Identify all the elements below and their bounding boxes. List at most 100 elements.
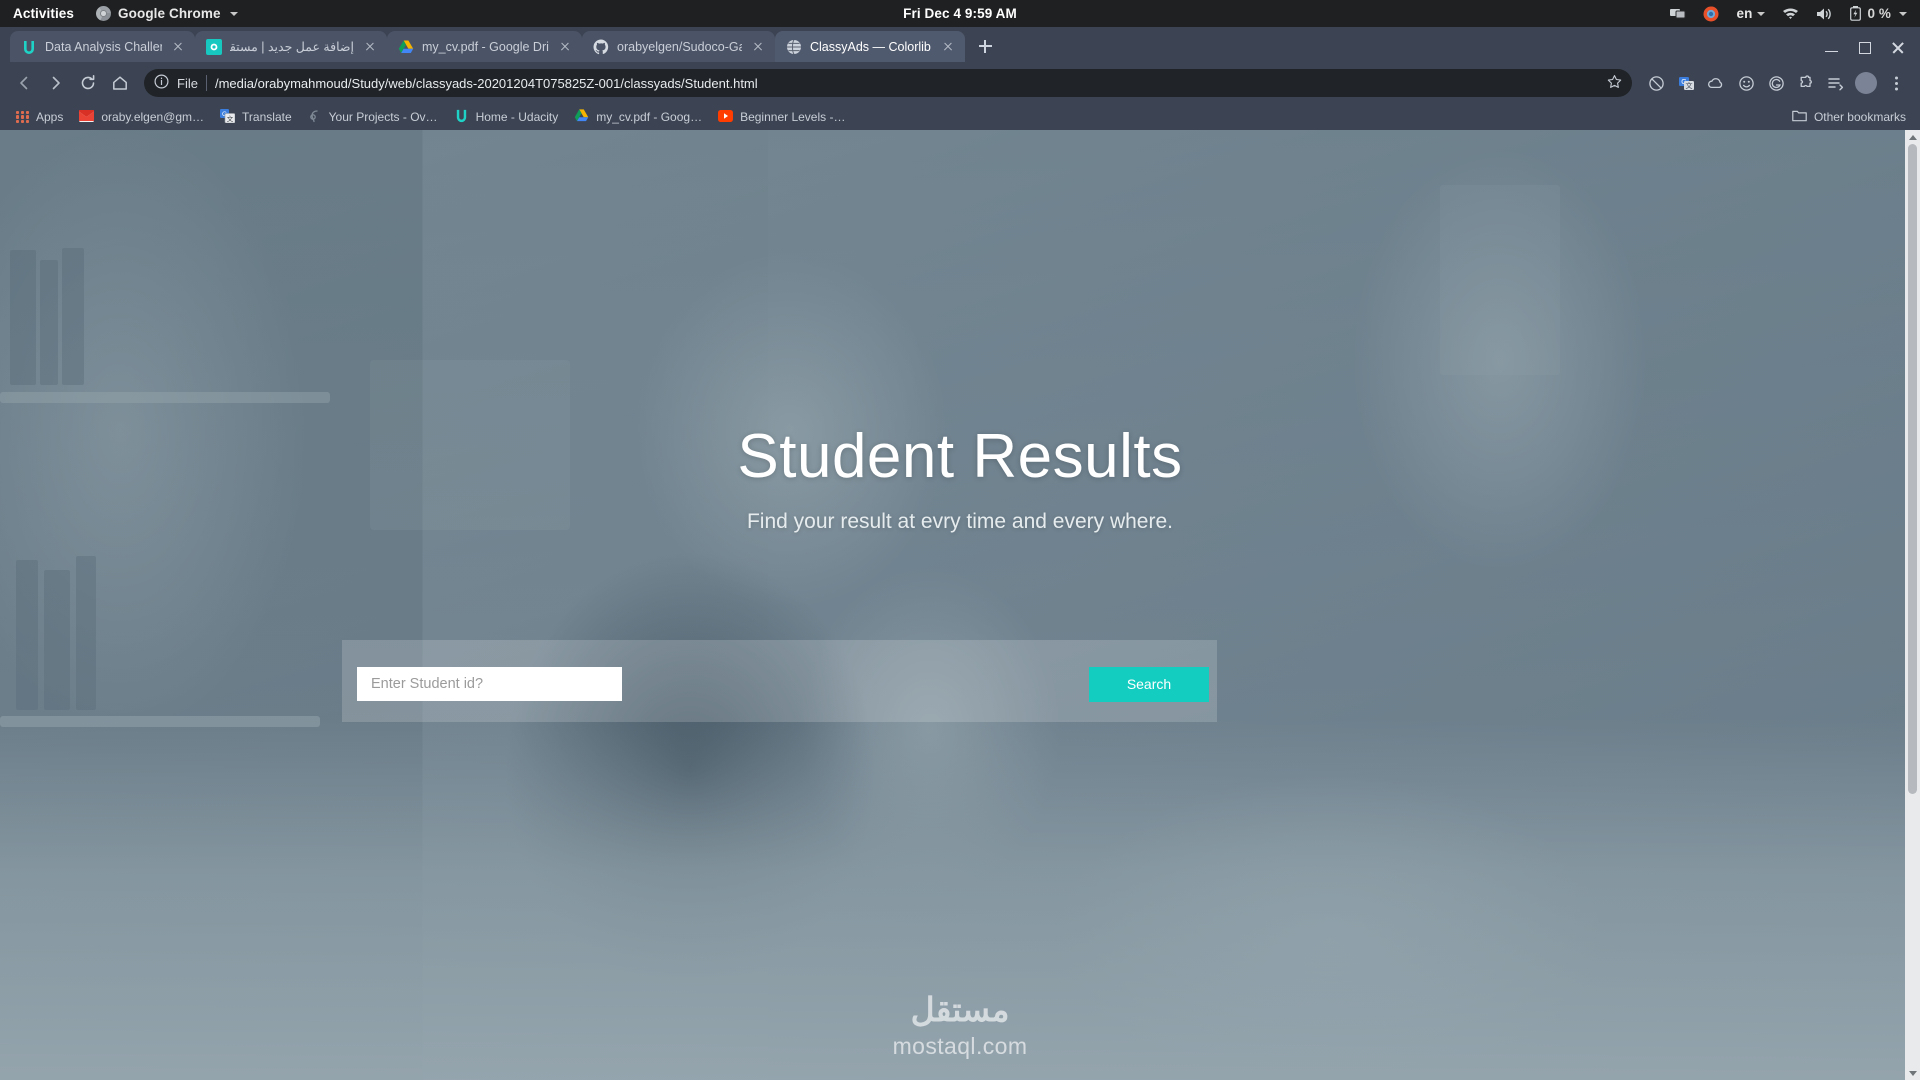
scrollbar-thumb[interactable] [1908, 144, 1917, 794]
bookmark-beginner-levels[interactable]: Beginner Levels -… [710, 107, 853, 128]
wifi-icon[interactable] [1782, 7, 1799, 20]
tab-title: orabyelgen/Sudoco-Game [617, 39, 742, 54]
tab-title: إضافة عمل جديد | مستقل [230, 40, 354, 54]
bookmark-your-projects[interactable]: Your Projects - Ov… [300, 106, 446, 129]
close-icon[interactable] [750, 39, 766, 55]
close-icon[interactable] [362, 39, 378, 55]
page-title: Student Results [737, 422, 1183, 491]
chrome-icon [96, 6, 112, 21]
keyboard-language-indicator[interactable]: en [1736, 6, 1766, 21]
bookmark-label: Home - Udacity [475, 110, 559, 124]
smiley-icon[interactable] [1732, 69, 1760, 97]
svg-text:文: 文 [227, 114, 234, 123]
bookmark-star-icon[interactable] [1607, 74, 1622, 92]
cloud-icon[interactable] [1702, 69, 1730, 97]
forward-button[interactable] [42, 69, 70, 97]
language-label: en [1736, 6, 1753, 21]
folder-icon [1792, 109, 1807, 125]
puzzle-icon[interactable] [1792, 69, 1820, 97]
omnibox-divider [205, 75, 207, 91]
bookmark-apps[interactable]: Apps [8, 107, 71, 127]
minimize-button[interactable] [1825, 41, 1838, 54]
google-drive-icon [398, 39, 414, 55]
browser-toolbar: File /media/orabymahmoud/Study/web/class… [0, 62, 1920, 104]
chevron-down-icon [1899, 11, 1907, 16]
site-info-icon[interactable] [154, 74, 169, 92]
apps-grid-icon [16, 110, 29, 124]
tab-title: Data Analysis Challenger - Ud [45, 39, 162, 54]
screen-share-icon[interactable] [1670, 7, 1686, 20]
svg-text:文: 文 [1685, 81, 1692, 90]
gnome-top-bar: Activities Google Chrome Fri Dec 4 9:59 … [0, 0, 1920, 27]
tab-data-analysis-challenger[interactable]: Data Analysis Challenger - Ud [10, 31, 195, 62]
youtube-icon [718, 109, 734, 125]
tab-title: ClassyAds — Colorlib Website [810, 39, 932, 54]
chevron-down-icon [1757, 11, 1766, 16]
page-subtitle: Find your result at evry time and every … [746, 510, 1173, 533]
address-bar[interactable]: File /media/orabymahmoud/Study/web/class… [144, 69, 1632, 97]
bookmarks-bar: Apps oraby.elgen@gm… G文 Translate Your P… [0, 104, 1920, 130]
url-text[interactable]: /media/orabymahmoud/Study/web/classyads-… [215, 76, 1599, 91]
tab-mostaql-add-project[interactable]: إضافة عمل جديد | مستقل [195, 31, 387, 62]
bookmark-label: oraby.elgen@gm… [101, 110, 205, 124]
tab-github-sudoco-game[interactable]: orabyelgen/Sudoco-Game [582, 31, 775, 62]
chrome-window: Data Analysis Challenger - Ud إضافة عمل … [0, 27, 1920, 1080]
udacity-icon [454, 108, 469, 126]
avatar[interactable] [1855, 72, 1877, 94]
clock[interactable]: Fri Dec 4 9:59 AM [903, 6, 1017, 21]
scroll-down-arrow-icon[interactable] [1905, 1066, 1920, 1080]
window-controls [1825, 41, 1920, 62]
close-icon[interactable] [170, 39, 186, 55]
volume-icon[interactable] [1816, 7, 1833, 21]
tab-strip: Data Analysis Challenger - Ud إضافة عمل … [0, 27, 1920, 62]
bookmark-home-udacity[interactable]: Home - Udacity [446, 105, 567, 129]
bookmark-translate[interactable]: G文 Translate [212, 106, 300, 129]
reading-list-icon[interactable] [1822, 69, 1850, 97]
tab-title: my_cv.pdf - Google Drive [422, 39, 549, 54]
maximize-button[interactable] [1858, 41, 1871, 54]
bookmark-label: Translate [242, 110, 292, 124]
project-icon [308, 109, 322, 126]
tab-my-cv-google-drive[interactable]: my_cv.pdf - Google Drive [387, 31, 582, 62]
bookmark-gmail[interactable]: oraby.elgen@gm… [71, 107, 212, 128]
home-button[interactable] [106, 69, 134, 97]
search-button[interactable]: Search [1089, 666, 1209, 702]
shield-icon[interactable] [1642, 69, 1670, 97]
bookmark-my-cv-google-drive[interactable]: my_cv.pdf - Goog… [566, 105, 710, 129]
translate-icon: G文 [220, 108, 236, 126]
close-icon[interactable] [940, 39, 956, 55]
bookmark-label: my_cv.pdf - Goog… [596, 110, 703, 124]
back-button[interactable] [10, 69, 38, 97]
new-tab-button[interactable] [971, 32, 999, 60]
gmail-icon [79, 109, 95, 125]
reload-button[interactable] [74, 69, 102, 97]
url-scheme-label: File [177, 75, 198, 91]
vertical-scrollbar[interactable] [1905, 130, 1920, 1080]
search-form: Search [342, 664, 1217, 704]
grammarly-icon[interactable] [1762, 69, 1790, 97]
chevron-down-icon [229, 11, 238, 16]
gnome-system-tray: en 0 % [1670, 5, 1920, 22]
app-menu-label: Google Chrome [118, 6, 221, 21]
hero-section: Student Results Find your result at evry… [0, 130, 1920, 1080]
close-icon[interactable] [557, 39, 573, 55]
tab-classyads-colorlib-website[interactable]: ClassyAds — Colorlib Website [775, 31, 965, 62]
chrome-menu-icon[interactable] [1882, 69, 1910, 97]
udacity-icon [21, 39, 37, 55]
toolbar-extensions: G文 [1642, 69, 1910, 97]
translate-icon[interactable]: G文 [1672, 69, 1700, 97]
other-bookmarks-button[interactable]: Other bookmarks [1792, 109, 1912, 125]
bookmark-label: Apps [36, 110, 64, 124]
github-icon [593, 39, 609, 55]
scroll-up-arrow-icon[interactable] [1905, 130, 1920, 144]
page-viewport: Student Results Find your result at evry… [0, 130, 1920, 1080]
search-input[interactable] [357, 667, 622, 701]
bookmark-label: Beginner Levels -… [740, 110, 846, 124]
close-button[interactable] [1891, 41, 1904, 54]
app-menu-google-chrome[interactable]: Google Chrome [96, 6, 238, 21]
chrome-tray-icon[interactable] [1703, 5, 1719, 22]
battery-level: 0 % [1867, 6, 1891, 21]
battery-indicator[interactable]: 0 % [1850, 6, 1907, 21]
activities-button[interactable]: Activities [13, 6, 74, 21]
google-drive-icon [574, 108, 589, 126]
